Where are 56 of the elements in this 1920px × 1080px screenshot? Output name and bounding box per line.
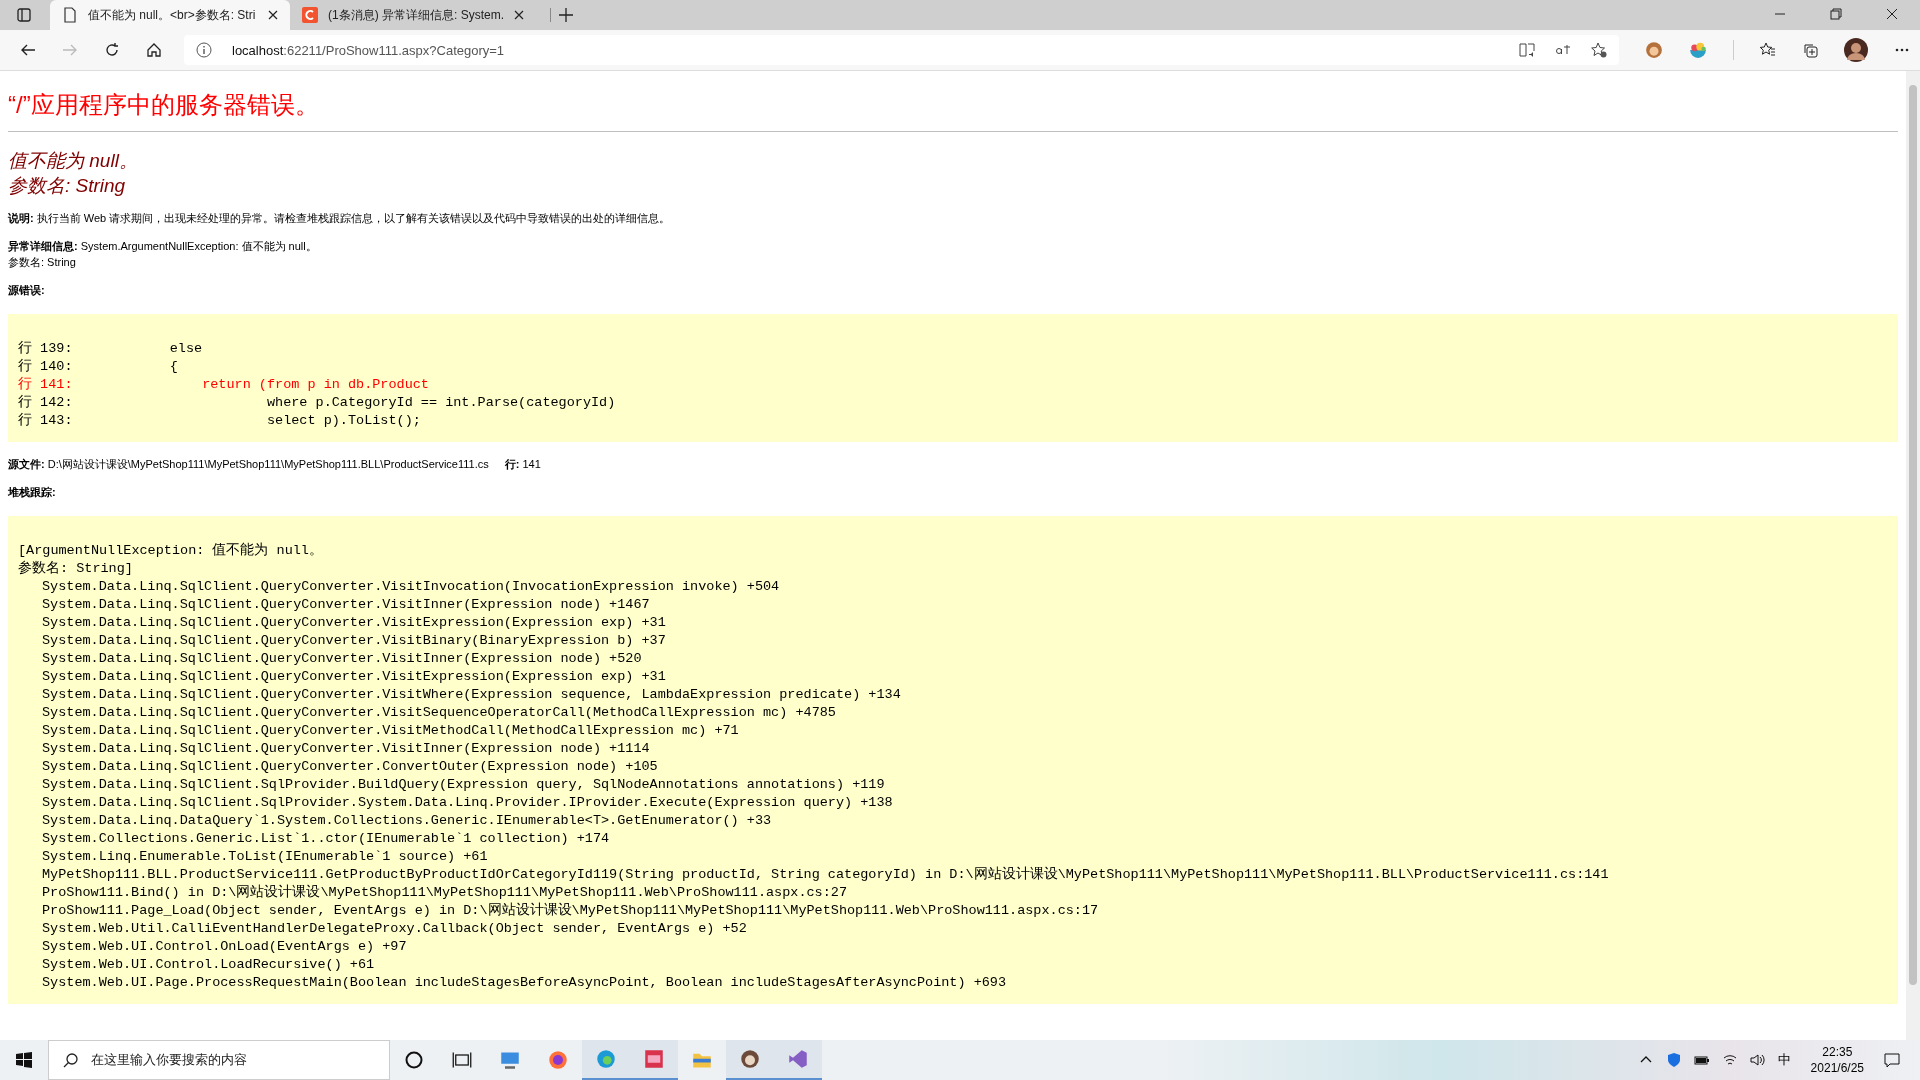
search-field[interactable]: 在这里输入你要搜索的内容 bbox=[48, 1040, 390, 1080]
clock[interactable]: 22:35 2021/6/25 bbox=[1810, 1044, 1864, 1076]
stack-frame: System.Linq.Enumerable.ToList(IEnumerable`1 source) +61 bbox=[18, 848, 488, 866]
stack-frame: System.Data.Linq.SqlClient.QueryConverter.VisitInner(Expression node) +520 bbox=[18, 650, 642, 668]
code-line: 行 139: else bbox=[18, 340, 203, 358]
tab-title: 值不能为 null。<br>参数名: Stri bbox=[88, 6, 257, 24]
stack-frame: System.Data.Linq.SqlClient.QueryConverter.VisitExpression(Expression exp) +31 bbox=[18, 668, 666, 686]
stack-frame: System.Data.Linq.SqlClient.QueryConverter.VisitMethodCall(MethodCallExpression mc) +71 bbox=[18, 722, 739, 740]
source-error-label: 源错误: bbox=[8, 284, 45, 296]
parameter-text: 参数名: String bbox=[8, 256, 76, 268]
stack-frame: System.Data.Linq.SqlClient.QueryConverter.VisitSequenceOperatorCall(MethodCallExpression mc) +4785 bbox=[18, 704, 836, 722]
stack-frame: ProShow111.Page_Load(Object sender, EventArgs e) in D:\网站设计课设\MyPetShop111\MyPetShop111\MyPetShop111.Web\ProShow111.aspx.cs:17 bbox=[18, 902, 1099, 920]
browser-tab[interactable]: 值不能为 null。<br>参数名: Stri bbox=[50, 0, 290, 30]
stack-frame: System.Data.Linq.SqlClient.QueryConverter.VisitBinary(BinaryExpression b) +37 bbox=[18, 632, 666, 650]
exception-label: 异常详细信息: bbox=[8, 240, 78, 252]
error-message: 值不能为 null。 bbox=[8, 149, 139, 173]
code-line: 行 143: select p).ToList(); bbox=[18, 412, 421, 430]
stack-frame: System.Web.UI.Control.OnLoad(EventArgs e) +97 bbox=[18, 938, 407, 956]
url-text: localhost:62211/ProShow111.aspx?Category=1 bbox=[232, 42, 505, 58]
stack-frame: System.Data.Linq.DataQuery`1.System.Collections.Generic.IEnumerable<T>.GetEnumerator() +33 bbox=[18, 812, 772, 830]
code-line: 行 142: where p.CategoryId == int.Parse(categoryId) bbox=[18, 394, 616, 412]
stack-frame: System.Data.Linq.SqlClient.QueryConverter.VisitInner(Expression node) +1467 bbox=[18, 596, 650, 614]
address-bar[interactable]: localhost:62211/ProShow111.aspx?Category=1 bbox=[184, 35, 1619, 65]
line-number: 141 bbox=[522, 458, 541, 470]
tab-title: (1条消息) 异常详细信息: System. bbox=[328, 6, 504, 24]
code-line: 行 140: { bbox=[18, 358, 178, 376]
stack-frame: System.Web.UI.Page.ProcessRequestMain(Boolean includeStagesBeforeAsyncPoint, Boolean includeStagesAfterAsyncPoint) +693 bbox=[18, 974, 1007, 992]
source-file-path: D:\网站设计课设\MyPetShop111\MyPetShop111\MyPetShop111.BLL\ProductService111.cs bbox=[47, 458, 489, 470]
line-label: 行: bbox=[504, 458, 520, 470]
date-text: 2021/6/25 bbox=[1810, 1060, 1864, 1076]
stack-trace-label: 堆栈跟踪: bbox=[8, 486, 56, 498]
search-placeholder: 在这里输入你要搜索的内容 bbox=[91, 1051, 247, 1069]
stack-frame: MyPetShop111.BLL.ProductService111.GetProductByProductIdOrCategoryId119(String productId, String categoryId) in D:\网站设计课设\MyPetShop111\MyPetShop111\MyPetShop111.BLL\ProductService111.cs:141 bbox=[18, 866, 1609, 884]
stack-frame: System.Data.Linq.SqlClient.QueryConverter.VisitInner(Expression node) +1114 bbox=[18, 740, 650, 758]
description-text: 执行当前 Web 请求期间，出现未经处理的异常。请检查堆栈跟踪信息，以了解有关该错误以及代码中导致错误的出处的详细信息。 bbox=[36, 212, 671, 224]
exception-line: 参数名: String] bbox=[18, 560, 133, 578]
description-label: 说明: bbox=[8, 212, 34, 224]
exception-text: System.ArgumentNullException: 值不能为 null。 bbox=[80, 240, 317, 252]
code-line: 行 141: return (from p in db.Product bbox=[18, 376, 429, 394]
page-title: “/”应用程序中的服务器错误。 bbox=[8, 90, 320, 120]
stack-frame: System.Data.Linq.SqlClient.SqlProvider.BuildQuery(Expression query, SqlNodeAnnotations annotations) +119 bbox=[18, 776, 885, 794]
stack-frame: System.Data.Linq.SqlClient.SqlProvider.System.Data.Linq.Provider.IProvider.Execute(Expression query) +138 bbox=[18, 794, 893, 812]
stack-frame: System.Data.Linq.SqlClient.QueryConverter.VisitInvocation(InvocationExpression invoke) +504 bbox=[18, 578, 780, 596]
source-file-label: 源文件: bbox=[8, 458, 45, 470]
stack-frame: System.Data.Linq.SqlClient.QueryConverter.VisitWhere(Expression sequence, LambdaExpression predicate) +134 bbox=[18, 686, 901, 704]
stack-frame: System.Web.UI.Control.LoadRecursive() +61 bbox=[18, 956, 375, 974]
error-message: 参数名: String bbox=[8, 174, 127, 198]
exception-line: [ArgumentNullException: 值不能为 null。 bbox=[18, 542, 323, 560]
browser-tab[interactable]: (1条消息) 异常详细信息: System. bbox=[290, 0, 536, 30]
stack-frame: System.Web.Util.CalliEventHandlerDelegateProxy.Callback(Object sender, EventArgs e) +52 bbox=[18, 920, 747, 938]
stack-frame: System.Data.Linq.SqlClient.QueryConverter.ConvertOuter(Expression node) +105 bbox=[18, 758, 658, 776]
stack-frame: ProShow111.Bind() in D:\网站设计课设\MyPetShop111\MyPetShop111\MyPetShop111.Web\ProShow111.aspx.cs:27 bbox=[18, 884, 848, 902]
stack-frame: System.Collections.Generic.List`1..ctor(IEnumerable`1 collection) +174 bbox=[18, 830, 610, 848]
time-text: 22:35 bbox=[1822, 1044, 1853, 1060]
stack-frame: System.Data.Linq.SqlClient.QueryConverter.VisitExpression(Expression exp) +31 bbox=[18, 614, 666, 632]
input-method-indicator[interactable]: 中 bbox=[1777, 1051, 1791, 1069]
